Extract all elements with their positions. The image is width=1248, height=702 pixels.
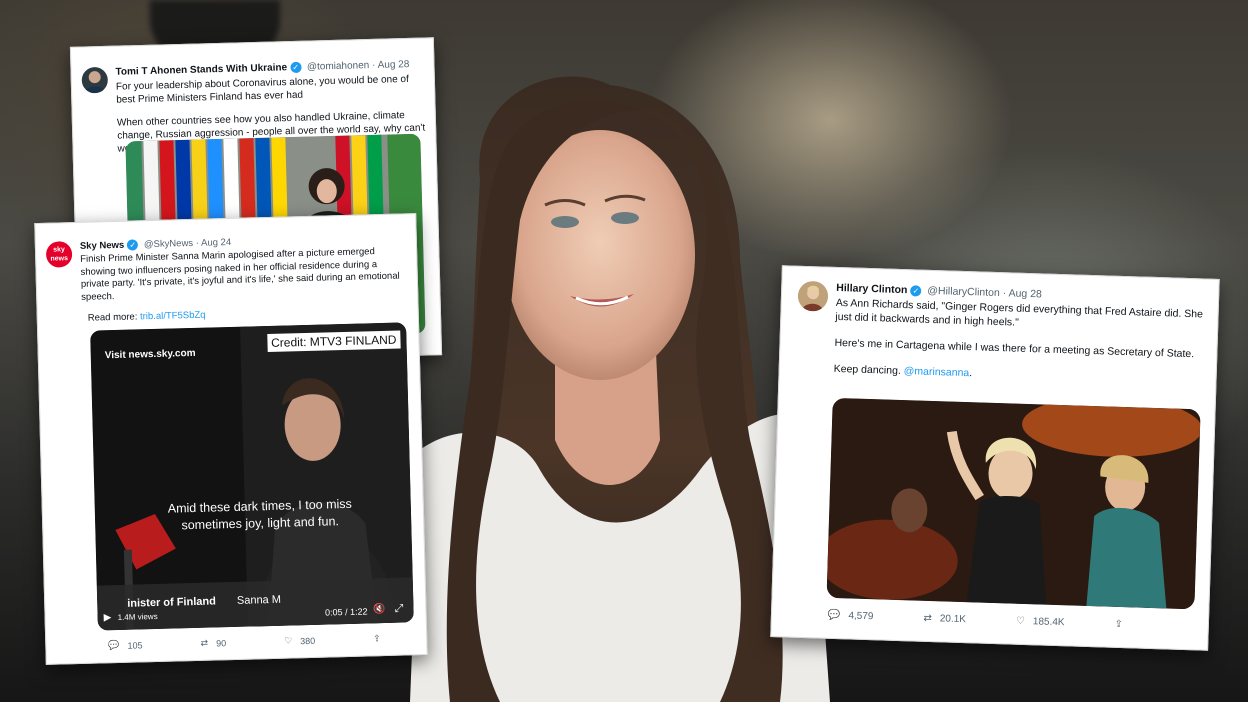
verified-badge-icon: ✓ [910,284,922,297]
retweet-icon: ⇄ [200,637,209,648]
author-handle[interactable]: @tomiahonen [307,60,370,73]
reply-icon: 💬 [108,639,120,651]
video-time: 0:05 / 1:22 [324,606,368,618]
tweet-sky-news[interactable]: sky news Sky News ✓ @SkyNews · Aug 24 Fin… [34,213,428,665]
sky-news-logo-icon[interactable]: sky news [45,241,73,268]
tweet-text: Here's me in Cartagena while I was there… [834,336,1195,361]
tweet-text: Finish Prime Minister Sanna Marin apolog… [80,246,400,303]
author-handle[interactable]: @SkyNews [144,238,194,250]
author-name[interactable]: Sky News [80,240,125,252]
tweet-date[interactable]: Aug 28 [378,59,410,71]
left-eye [551,216,579,228]
avatar[interactable] [81,66,109,94]
verified-badge-icon: ✓ [127,239,139,251]
video-frame [90,322,414,631]
tweet-text: Keep dancing. @marinsanna. [833,362,973,380]
video-credit: Credit: MTV3 FINLAND [266,330,401,353]
play-icon[interactable]: ▶ [103,612,111,623]
tweet-actions: 💬 4,579 ⇄ 20.1K ♡ 185.4K ⇪ [828,610,1123,630]
heart-icon: ♡ [1015,615,1026,628]
tweet-hillary-clinton[interactable]: Hillary Clinton ✓ @HillaryClinton · Aug 2… [770,265,1220,651]
tweet-text: For your leadership about Coronavirus al… [115,74,409,106]
tweet-image-dancing[interactable] [826,397,1201,610]
share-icon: ⇪ [1114,618,1124,631]
right-eye [611,212,639,224]
tweet-date[interactable]: Aug 28 [1008,287,1042,300]
reply-icon: 💬 [827,609,841,622]
like-button[interactable]: ♡ 185.4K [1016,616,1065,629]
read-more-label: Read more: [87,311,138,324]
heart-icon: ♡ [283,635,293,646]
fullscreen-icon[interactable]: ⤢ [395,603,404,616]
share-icon: ⇪ [373,633,381,644]
read-more-link[interactable]: trib.al/TF5SbZq [140,310,206,323]
volume-icon[interactable]: 🔇 [373,604,386,615]
verified-badge-icon: ✓ [289,61,302,74]
avatar[interactable] [797,280,829,312]
author-name[interactable]: Tomi T Ahonen Stands With Ukraine [115,62,287,77]
author-handle[interactable]: @HillaryClinton [927,285,1000,299]
video-player[interactable]: Visit news.sky.com Credit: MTV3 FINLAND … [90,322,414,631]
share-button[interactable]: ⇪ [373,633,381,644]
reply-button[interactable]: 💬 105 [108,639,143,651]
tweet-actions: 💬 105 ⇄ 90 ♡ 380 ⇪ [108,633,381,651]
retweet-button[interactable]: ⇄ 90 [200,637,226,649]
video-views: 1.4M views [117,611,158,623]
tweet-date[interactable]: Aug 24 [201,237,231,249]
reply-button[interactable]: 💬 4,579 [828,610,874,622]
like-button[interactable]: ♡ 380 [284,635,315,647]
mention-link[interactable]: @marinsanna [904,365,970,379]
share-button[interactable]: ⇪ [1114,619,1123,630]
retweet-icon: ⇄ [923,612,932,625]
retweet-button[interactable]: ⇄ 20.1K [923,613,966,625]
author-name[interactable]: Hillary Clinton [836,282,908,296]
